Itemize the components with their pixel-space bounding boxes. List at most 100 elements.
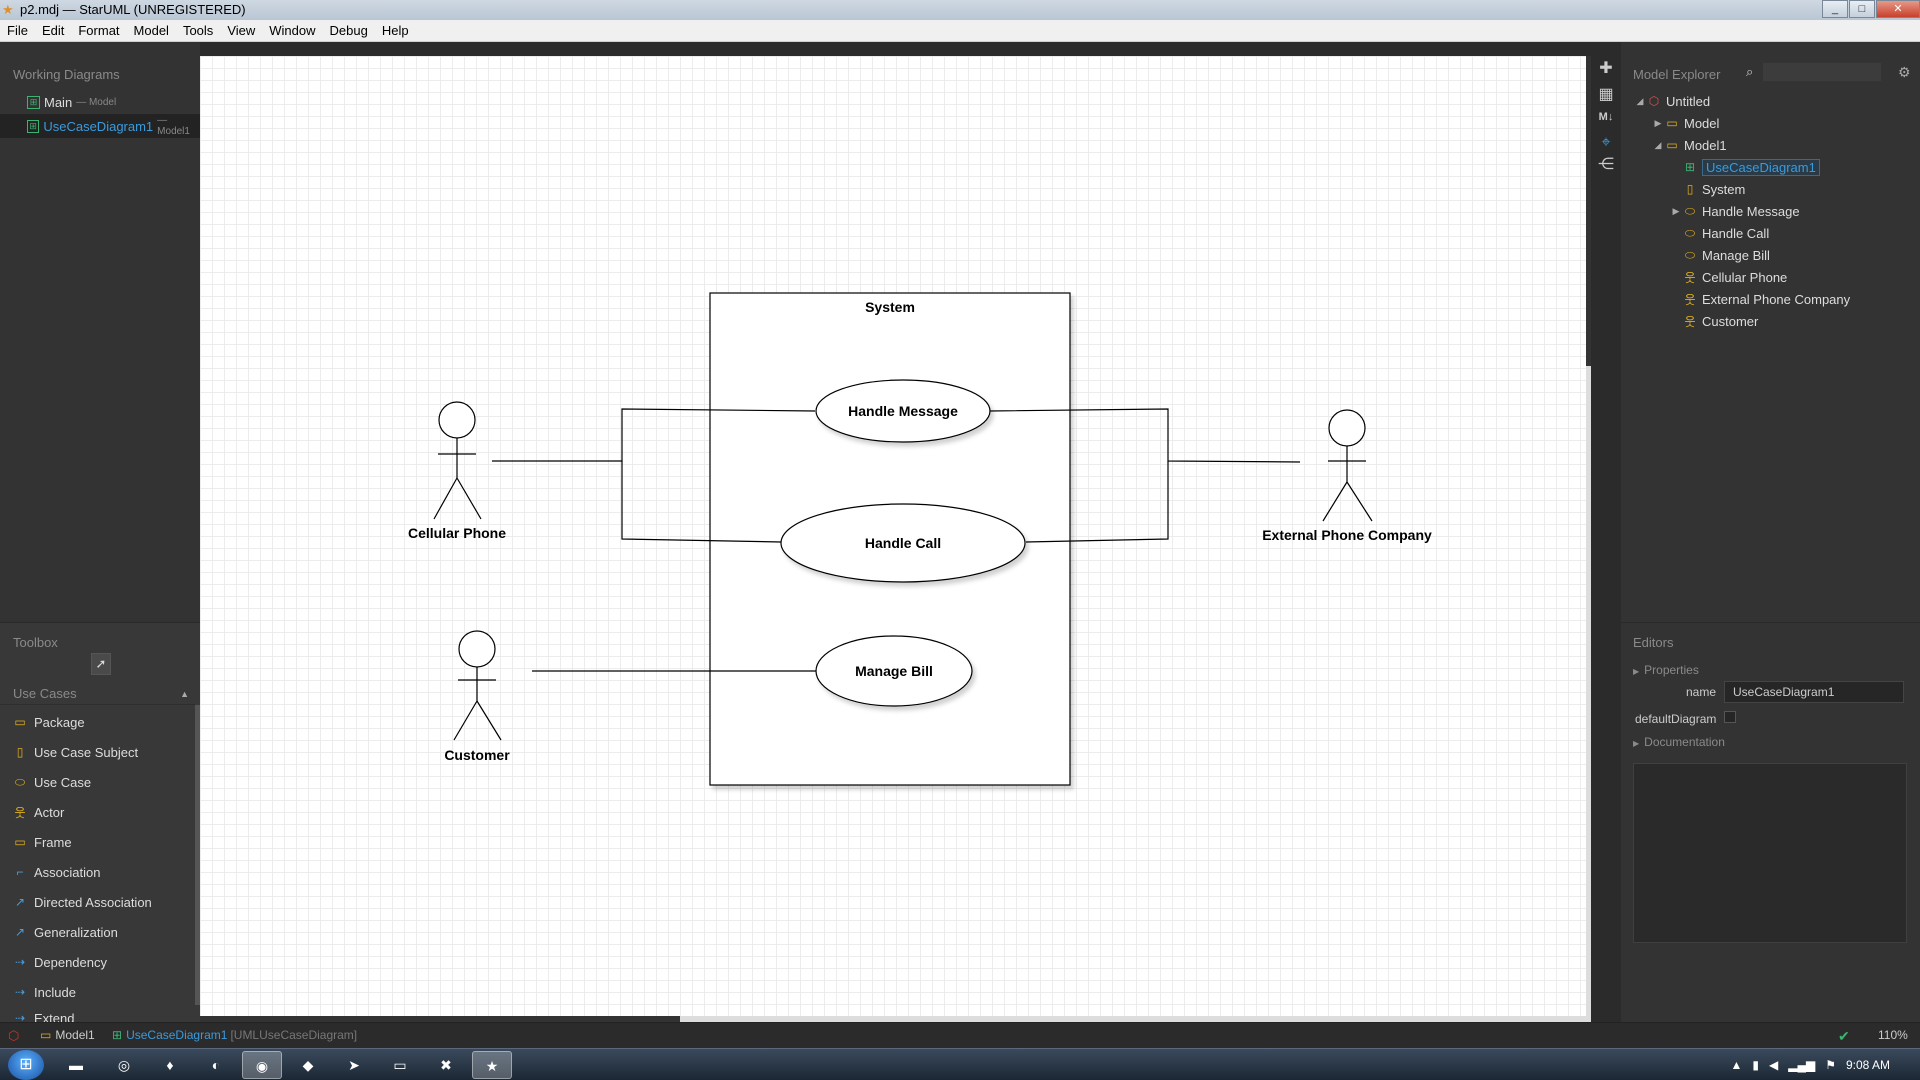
staruml-taskbar-icon[interactable]: ★ [472, 1051, 512, 1079]
tool-use-case[interactable]: ⬭ Use Case [0, 767, 195, 797]
usecase-manage-bill[interactable]: Manage Bill [815, 635, 973, 707]
tree-item-label: Handle Message [1702, 203, 1800, 219]
maximize-button[interactable]: □ [1849, 0, 1875, 18]
tool-association[interactable]: ⌐ Association [0, 857, 195, 887]
error-icon[interactable]: ⬡ [8, 1028, 19, 1044]
expanded-arrow-icon[interactable]: ◢ [1633, 96, 1647, 107]
tool-use-case-subject[interactable]: ▯ Use Case Subject [0, 737, 195, 767]
tool-label: Use Case [34, 774, 92, 790]
working-diagram-main[interactable]: ⊞ Main — Model [0, 90, 200, 114]
search-icon: ⌕ [1746, 64, 1754, 79]
actor-external-phone-company[interactable] [1322, 409, 1373, 522]
layout-icon[interactable]: ▦ [1595, 84, 1617, 106]
zoom-level[interactable]: 110% [1878, 1028, 1908, 1042]
usecase-handle-call[interactable]: Handle Call [780, 503, 1026, 583]
tree-item-model[interactable]: ▶ ▭ Model [1651, 112, 1720, 134]
app-taskbar-icon-2[interactable]: ♦ [150, 1051, 190, 1079]
sublime-taskbar-icon[interactable]: ◆ [288, 1051, 328, 1079]
diagram-canvas[interactable]: System Handle Message Handle Call Manage… [200, 56, 1586, 1022]
app-taskbar-icon-3[interactable]: ◐ [196, 1051, 236, 1079]
tree-item-manage-bill[interactable]: ⬭ Manage Bill [1683, 244, 1770, 266]
tree-item-handle-call[interactable]: ⬭ Handle Call [1683, 222, 1769, 244]
status-model-crumb[interactable]: ▭ Model1 [40, 1028, 95, 1042]
documentation-textarea[interactable] [1633, 763, 1907, 943]
close-button[interactable]: ✕ [1876, 0, 1920, 18]
status-diagram-crumb[interactable]: ⊞ UseCaseDiagram1 [UMLUseCaseDiagram] [112, 1028, 357, 1042]
menu-format[interactable]: Format [71, 23, 126, 38]
flag-icon[interactable]: ⚑ [1825, 1058, 1836, 1072]
minimize-button[interactable]: _ [1822, 0, 1848, 18]
start-button[interactable]: ⊞ [8, 1050, 44, 1080]
tree-item-external-phone-company[interactable]: 웃 External Phone Company [1683, 288, 1850, 310]
model-icon: ▭ [40, 1028, 52, 1042]
menu-help[interactable]: Help [375, 23, 416, 38]
tool-dependency[interactable]: ⇢ Dependency [0, 947, 195, 977]
pointer-tool-button[interactable]: ➚ [91, 653, 111, 675]
validation-ok-icon[interactable]: ✔ [1838, 1028, 1850, 1045]
tool-package[interactable]: ▭ Package [0, 707, 195, 737]
tree-item-model1[interactable]: ◢ ▭ Model1 [1651, 134, 1727, 156]
usecase-manage-bill-label: Manage Bill [855, 663, 933, 679]
tree-item-untitled[interactable]: ◢ ⬡ Untitled [1633, 90, 1711, 112]
subject-icon: ▯ [16, 745, 24, 759]
use-cases-section-header[interactable]: Use Cases ▲ [0, 683, 195, 705]
dependency-icon: ⇢ [14, 955, 26, 969]
tree-item-label: Customer [1702, 313, 1759, 329]
properties-section-header[interactable]: ▶ Properties [1633, 663, 1699, 677]
collapsed-arrow-icon[interactable]: ▶ [1669, 206, 1683, 217]
collapsed-arrow-icon: ▶ [1633, 667, 1640, 676]
tool-frame[interactable]: ▭ Frame [0, 827, 195, 857]
status-bar: ⬡ ▭ Model1 ⊞ UseCaseDiagram1 [UMLUseCaseDia… [0, 1022, 1920, 1048]
model-explorer-search-input[interactable] [1763, 63, 1881, 81]
telegram-taskbar-icon[interactable]: ➤ [334, 1051, 374, 1079]
name-property-input[interactable] [1724, 681, 1904, 703]
tree-item-system[interactable]: ▯ System [1683, 178, 1746, 200]
volume-icon[interactable]: ◀ [1769, 1058, 1778, 1072]
extensions-puzzle-icon[interactable]: ✚ [1595, 58, 1617, 80]
markdown-icon[interactable]: M↓ [1595, 106, 1617, 128]
status-diagram-type: [UMLUseCaseDiagram] [230, 1028, 358, 1042]
canvas-top-border [200, 42, 1586, 56]
signal-icon[interactable]: ▂▄▆ [1788, 1058, 1815, 1072]
navigator-crosshair-icon[interactable]: ⌖ [1595, 132, 1617, 154]
menu-edit[interactable]: Edit [35, 23, 71, 38]
model-explorer-heading: Model Explorer [1633, 67, 1721, 82]
tool-actor[interactable]: 웃 Actor [0, 797, 195, 827]
actor-customer-label: Customer [444, 747, 510, 763]
menu-tools[interactable]: Tools [176, 23, 220, 38]
tree-item-usecasediagram1[interactable]: ⊞ UseCaseDiagram1 [1683, 156, 1820, 178]
app-taskbar-icon-4[interactable]: ✖ [426, 1051, 466, 1079]
window-controls: _ □ ✕ [1821, 0, 1920, 20]
working-diagram-usecasediagram1[interactable]: ⊞ UseCaseDiagram1 — Model1 [0, 114, 200, 138]
actor-cellular-phone[interactable] [433, 401, 482, 520]
app-taskbar-icon-1[interactable]: ◎ [104, 1051, 144, 1079]
network-icon[interactable]: ▮ [1752, 1058, 1759, 1072]
menu-file[interactable]: File [0, 23, 35, 38]
documentation-section-header[interactable]: ▶ Documentation [1633, 735, 1725, 749]
tool-include[interactable]: ⇢ Include [0, 977, 195, 1007]
actor-customer[interactable] [453, 630, 502, 741]
collapsed-arrow-icon[interactable]: ▶ [1651, 118, 1665, 129]
tree-item-cellular-phone[interactable]: 웃 Cellular Phone [1683, 266, 1787, 288]
usecase-icon: ⬭ [14, 774, 26, 789]
tree-item-customer[interactable]: 웃 Customer [1683, 310, 1758, 332]
menu-window[interactable]: Window [262, 23, 322, 38]
gear-icon[interactable]: ⚙ [1898, 64, 1911, 81]
chrome-taskbar-icon[interactable]: ◉ [242, 1051, 282, 1079]
editors-panel: Editors ▶Properties name defaultDiagram … [1621, 622, 1920, 1022]
terminal-taskbar-icon[interactable]: ▭ [380, 1051, 420, 1079]
expanded-arrow-icon[interactable]: ◢ [1651, 140, 1665, 151]
default-diagram-checkbox[interactable] [1724, 711, 1736, 723]
menu-debug[interactable]: Debug [323, 23, 375, 38]
tree-item-handle-message[interactable]: ▶ ⬭ Handle Message [1669, 200, 1800, 222]
usecase-handle-message[interactable]: Handle Message [815, 379, 991, 443]
file-explorer-taskbar-icon[interactable]: ▬ [56, 1051, 96, 1079]
status-diagram-label: UseCaseDiagram1 [126, 1028, 228, 1042]
tool-directed-association[interactable]: ↗ Directed Association [0, 887, 195, 917]
tool-generalization[interactable]: ↗ Generalization [0, 917, 195, 947]
clock[interactable]: 9:08 AM [1846, 1058, 1890, 1072]
tray-expand-icon[interactable]: ▲ [1731, 1058, 1743, 1072]
menu-view[interactable]: View [220, 23, 262, 38]
menu-model[interactable]: Model [127, 23, 176, 38]
share-icon[interactable]: ⋲ [1595, 154, 1617, 176]
